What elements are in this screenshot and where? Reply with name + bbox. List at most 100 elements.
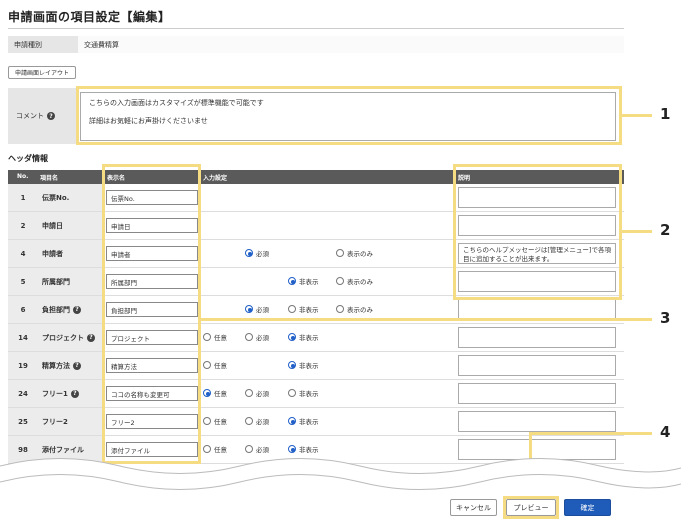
radio-unchecked-icon[interactable]	[203, 361, 211, 369]
description-textarea[interactable]	[458, 215, 616, 236]
radio-unchecked-icon[interactable]	[203, 417, 211, 425]
leader-1	[622, 114, 652, 117]
input-setting-radio[interactable]: 非表示	[288, 332, 319, 342]
callout-3: 3	[660, 309, 671, 327]
radio-checked-icon[interactable]	[288, 333, 296, 341]
help-icon[interactable]: ?	[73, 361, 81, 370]
description-textarea[interactable]	[458, 355, 616, 376]
row-item-name: 負担部門	[42, 305, 70, 314]
radio-unchecked-icon[interactable]	[203, 333, 211, 341]
description-textarea[interactable]	[458, 187, 616, 208]
table-row: 4 申請者 申請者 必須 表示のみ こちらのヘルプメッセージは[管理メニュー]で各項目に追…	[8, 240, 624, 268]
description-textarea[interactable]	[458, 271, 616, 292]
display-name-input[interactable]: フリー2	[106, 414, 198, 429]
row-item-name: 伝票No.	[42, 193, 70, 202]
comment-label-cell: コメント ?	[8, 88, 78, 144]
table-row: 24 フリー1? ココの名称も変更可 任意 必須 非表示	[8, 380, 624, 408]
input-setting-radio[interactable]: 表示のみ	[336, 276, 373, 286]
radio-label: 必須	[256, 306, 269, 314]
description-textarea[interactable]	[458, 411, 616, 432]
radio-unchecked-icon[interactable]	[245, 333, 253, 341]
radio-label: 非表示	[299, 278, 319, 286]
input-setting-radio[interactable]: 任意	[203, 332, 227, 342]
application-type-label: 申請種別	[8, 36, 78, 53]
radio-label: 表示のみ	[347, 250, 373, 258]
display-name-input[interactable]: ココの名称も変更可	[106, 386, 198, 401]
radio-label: 必須	[256, 334, 269, 342]
radio-label: 非表示	[299, 334, 319, 342]
table-row: 1 伝票No. 伝票No.	[8, 184, 624, 212]
radio-checked-icon[interactable]	[245, 249, 253, 257]
input-setting-radio[interactable]: 必須	[245, 388, 269, 398]
preview-button[interactable]: プレビュー	[506, 499, 556, 516]
input-setting-radio[interactable]: 任意	[203, 388, 227, 398]
input-setting-radio[interactable]: 任意	[203, 416, 227, 426]
radio-label: 表示のみ	[347, 306, 373, 314]
help-icon[interactable]: ?	[73, 305, 81, 314]
radio-unchecked-icon[interactable]	[288, 389, 296, 397]
leader-2	[622, 230, 652, 233]
display-name-input[interactable]: 申請日	[106, 218, 198, 233]
radio-checked-icon[interactable]	[288, 277, 296, 285]
input-setting-radio[interactable]: 非表示	[288, 360, 319, 370]
input-setting-radio[interactable]: 表示のみ	[336, 248, 373, 258]
input-setting-radio[interactable]: 必須	[245, 332, 269, 342]
description-textarea[interactable]	[458, 383, 616, 404]
radio-unchecked-icon[interactable]	[336, 249, 344, 257]
input-setting-radio[interactable]: 必須	[245, 416, 269, 426]
comment-textarea[interactable]: こちらの入力画面はカスタマイズが標準機能で可能です 詳細はお気軽にお声掛けくださ…	[80, 92, 616, 141]
help-icon[interactable]: ?	[87, 333, 95, 342]
input-setting-radio[interactable]: 非表示	[288, 276, 319, 286]
description-textarea[interactable]	[458, 327, 616, 348]
input-setting-radio[interactable]: 表示のみ	[336, 304, 373, 314]
input-setting-radio[interactable]: 非表示	[288, 416, 319, 426]
row-no: 6	[8, 296, 38, 323]
display-name-input[interactable]: 所属部門	[106, 274, 198, 289]
radio-label: 非表示	[299, 362, 319, 370]
help-icon[interactable]: ?	[70, 389, 79, 398]
radio-label: 必須	[256, 418, 269, 426]
confirm-button[interactable]: 確定	[564, 499, 611, 516]
row-no: 5	[8, 268, 38, 295]
input-setting-radio[interactable]: 必須	[245, 248, 269, 258]
radio-checked-icon[interactable]	[288, 417, 296, 425]
row-item-name: フリー1	[42, 389, 68, 398]
col-name: 項目名	[40, 175, 59, 182]
description-textarea[interactable]	[458, 299, 616, 320]
radio-unchecked-icon[interactable]	[245, 417, 253, 425]
radio-label: 非表示	[299, 390, 319, 398]
help-icon[interactable]: ?	[47, 112, 55, 120]
display-name-input[interactable]: 精算方法	[106, 358, 198, 373]
callout-2: 2	[660, 221, 671, 239]
radio-unchecked-icon[interactable]	[288, 305, 296, 313]
input-setting-radio[interactable]: 非表示	[288, 388, 319, 398]
page-break-wave	[0, 458, 681, 494]
display-name-input[interactable]: 伝票No.	[106, 190, 198, 205]
leader-4	[529, 432, 652, 435]
display-name-input[interactable]: 負担部門	[106, 302, 198, 317]
cancel-button[interactable]: キャンセル	[450, 499, 497, 516]
radio-unchecked-icon[interactable]	[245, 389, 253, 397]
radio-label: 表示のみ	[347, 278, 373, 286]
callout-1: 1	[660, 105, 671, 123]
radio-checked-icon[interactable]	[203, 389, 211, 397]
radio-checked-icon[interactable]	[288, 361, 296, 369]
col-display: 表示名	[107, 175, 126, 182]
row-no: 14	[8, 324, 38, 351]
input-setting-radio[interactable]: 非表示	[288, 304, 319, 314]
title-divider	[8, 28, 624, 29]
display-name-input[interactable]: 申請者	[106, 246, 198, 261]
description-textarea[interactable]: こちらのヘルプメッセージは[管理メニュー]で各項目に追加することが出来ます。	[458, 243, 616, 264]
table-row: 5 所属部門 所属部門 非表示 表示のみ	[8, 268, 624, 296]
col-no: No.	[17, 173, 29, 180]
radio-checked-icon[interactable]	[245, 305, 253, 313]
layout-button[interactable]: 申請画面レイアウト	[8, 66, 76, 79]
display-name-input[interactable]: プロジェクト	[106, 330, 198, 345]
input-setting-radio[interactable]: 必須	[245, 304, 269, 314]
input-setting-radio[interactable]: 任意	[203, 360, 227, 370]
col-input: 入力設定	[203, 175, 228, 182]
radio-label: 任意	[214, 390, 227, 398]
radio-unchecked-icon[interactable]	[336, 277, 344, 285]
radio-unchecked-icon[interactable]	[336, 305, 344, 313]
callout-4: 4	[660, 423, 671, 441]
